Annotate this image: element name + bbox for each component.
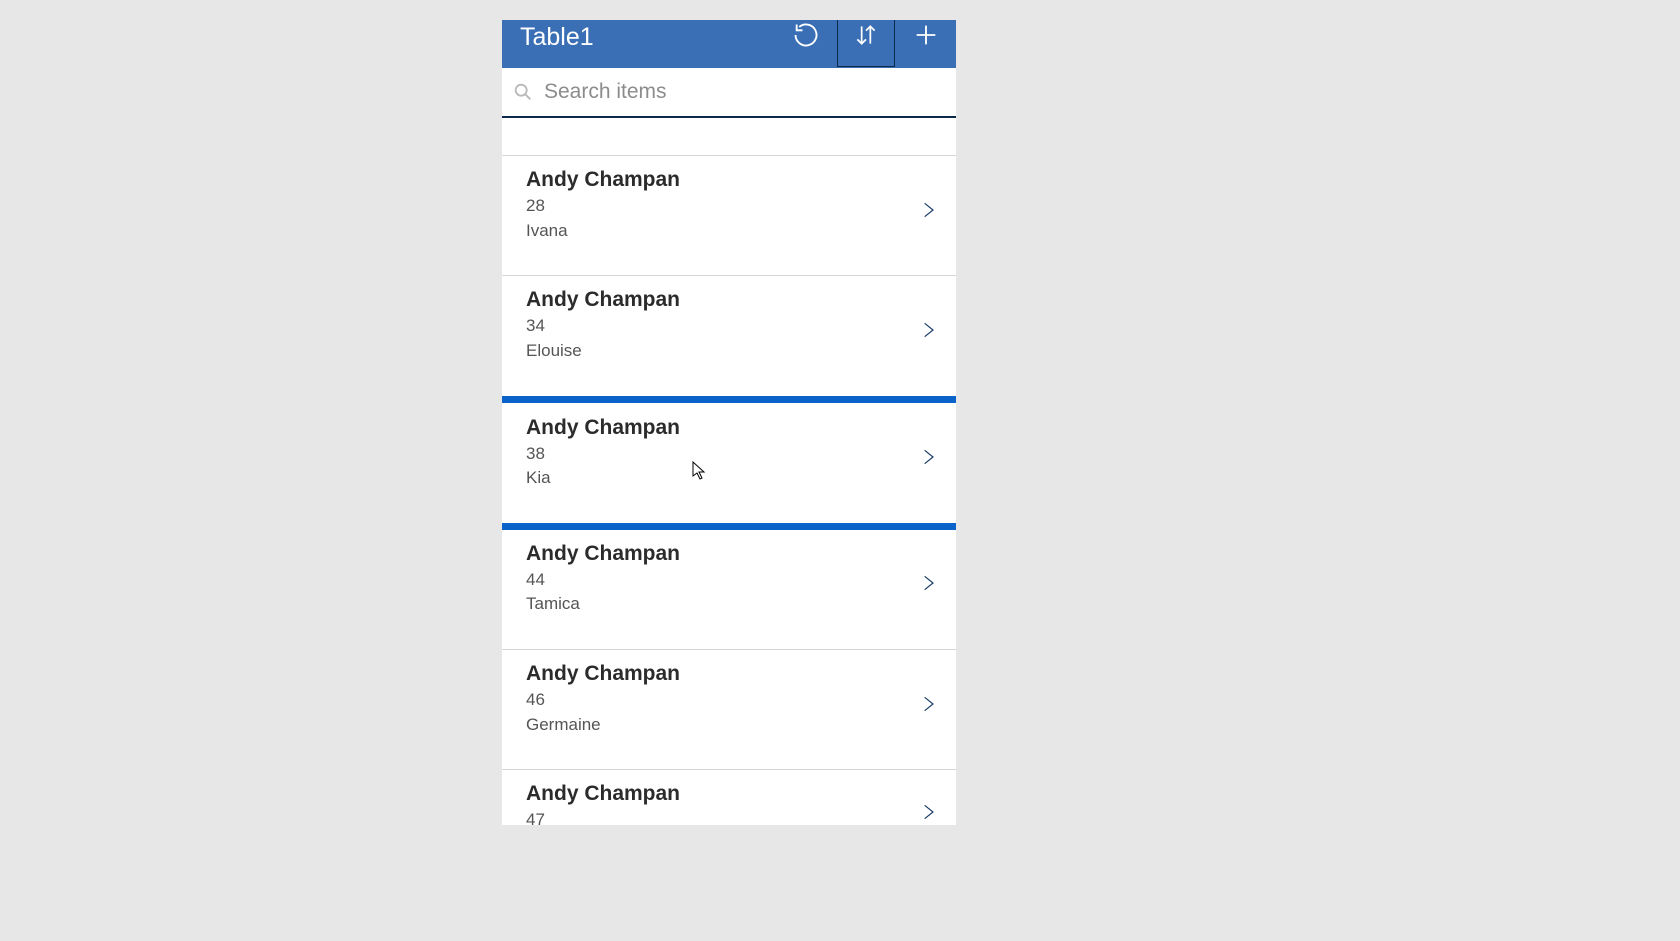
item-line3: Ivana: [526, 219, 932, 244]
item-title: Andy Champan: [526, 782, 932, 806]
app-canvas: Table1: [20, 20, 1460, 825]
list-top-spacer: [502, 118, 956, 156]
page-title: Table1: [520, 23, 776, 52]
list-item[interactable]: Andy Champan 34 Elouise: [502, 276, 956, 396]
plus-icon: [912, 21, 940, 54]
item-title: Andy Champan: [526, 542, 932, 566]
item-line2: 28: [526, 194, 932, 219]
item-line2: 38: [526, 442, 932, 467]
item-line2: 44: [526, 568, 932, 593]
refresh-button[interactable]: [776, 20, 836, 68]
chevron-right-icon: [918, 568, 938, 603]
header-toolbar: [776, 20, 956, 68]
sort-icon: [853, 22, 879, 53]
search-bar: [502, 68, 956, 118]
item-line2: 47: [526, 808, 932, 825]
list-item[interactable]: Andy Champan 46 Germaine: [502, 650, 956, 770]
add-button[interactable]: [896, 20, 956, 68]
item-line2: 46: [526, 688, 932, 713]
chevron-right-icon: [918, 797, 938, 825]
chevron-right-icon: [918, 195, 938, 230]
chevron-right-icon: [918, 315, 938, 350]
item-line2: 34: [526, 314, 932, 339]
sort-button[interactable]: [836, 20, 896, 68]
items-list: Andy Champan 28 Ivana Andy Champan 34 El…: [502, 156, 956, 825]
item-line3: Germaine: [526, 713, 932, 738]
refresh-icon: [792, 21, 820, 54]
item-title: Andy Champan: [526, 168, 932, 192]
list-item[interactable]: Andy Champan 44 Tamica: [502, 530, 956, 650]
item-title: Andy Champan: [526, 288, 932, 312]
list-item[interactable]: Andy Champan 47: [502, 770, 956, 825]
chevron-right-icon: [918, 442, 938, 477]
list-item-selected[interactable]: Andy Champan 38 Kia: [502, 396, 956, 530]
list-item[interactable]: Andy Champan 28 Ivana: [502, 156, 956, 276]
item-line3: Kia: [526, 466, 932, 491]
app-header: Table1: [502, 20, 956, 68]
item-line3: Tamica: [526, 592, 932, 617]
search-input[interactable]: [544, 80, 946, 104]
item-title: Andy Champan: [526, 416, 932, 440]
app-window: Table1: [502, 20, 956, 825]
search-icon: [512, 81, 534, 103]
item-line3: Elouise: [526, 339, 932, 364]
chevron-right-icon: [918, 689, 938, 724]
item-title: Andy Champan: [526, 662, 932, 686]
